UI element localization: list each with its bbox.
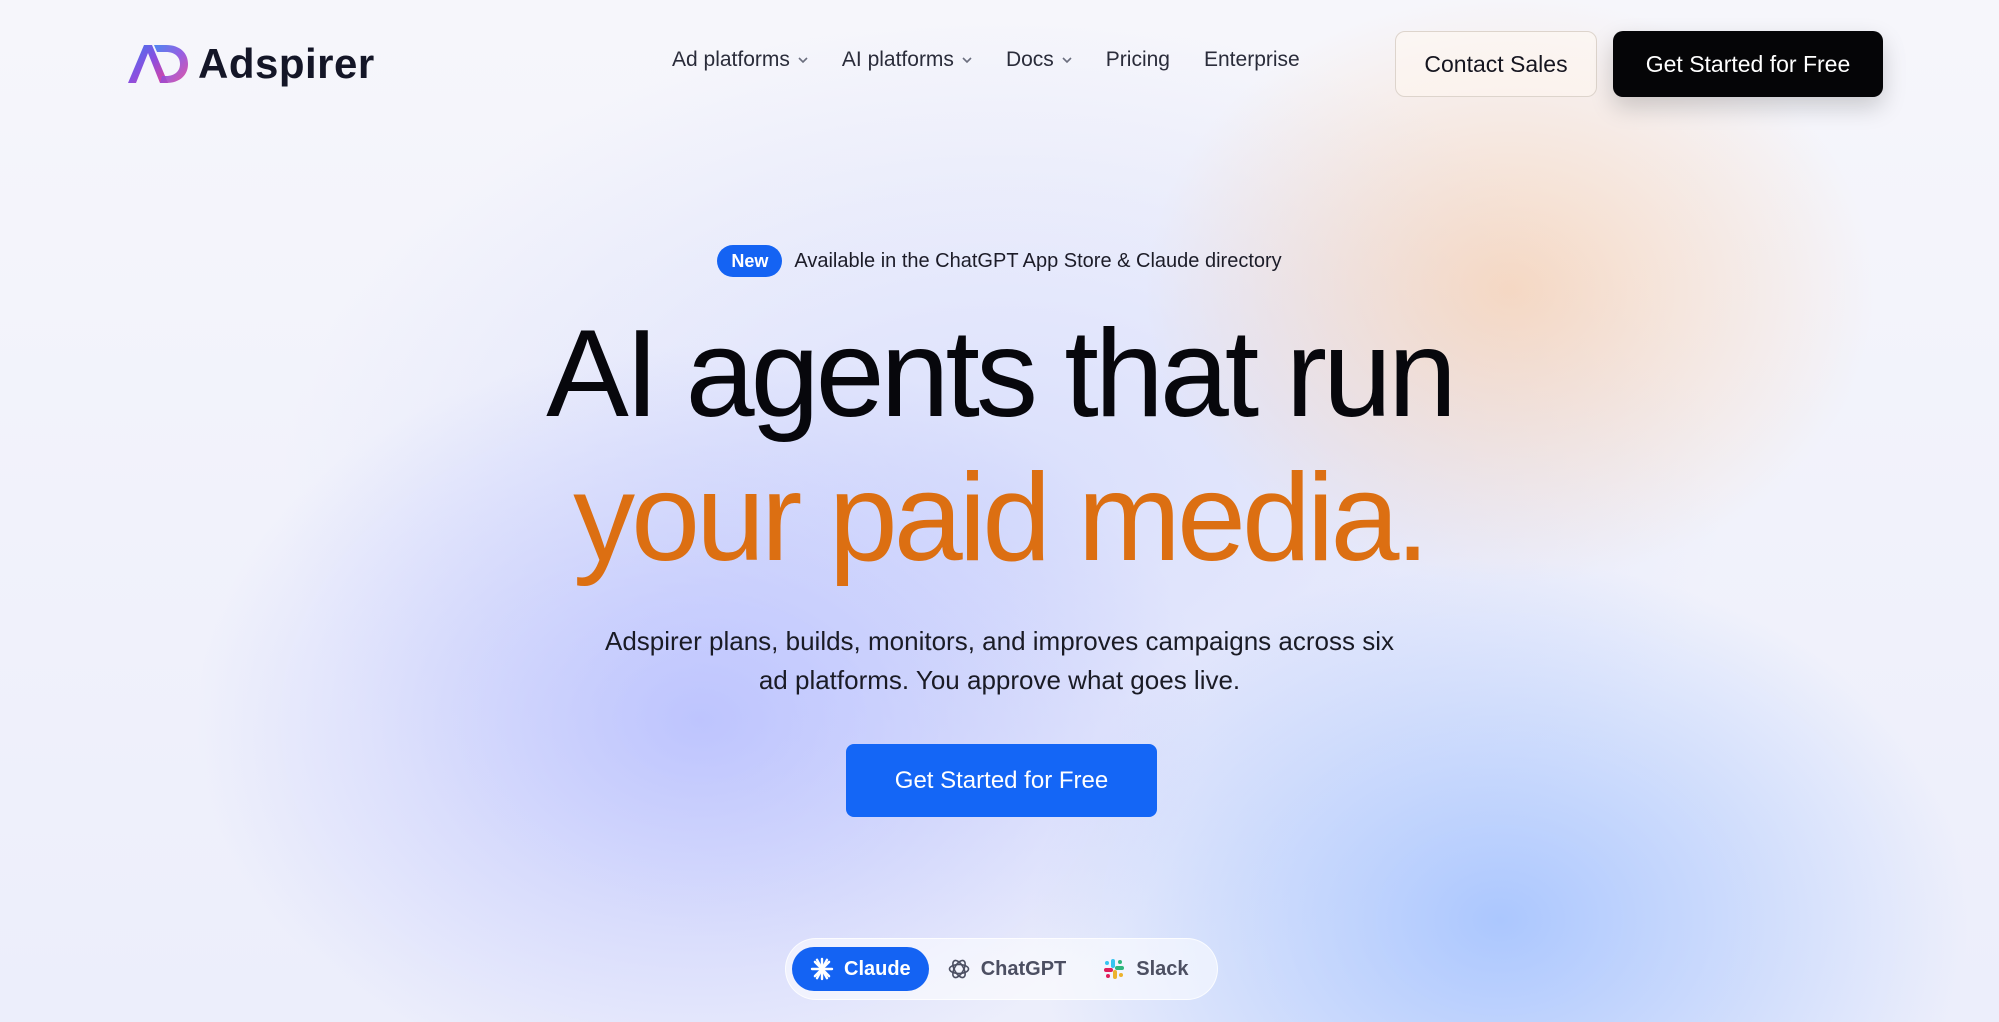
logo[interactable]: Adspirer <box>124 40 375 88</box>
tab-claude[interactable]: Claude <box>792 947 929 991</box>
hero-subtitle: Adspirer plans, builds, monitors, and im… <box>0 622 1999 700</box>
chevron-down-icon <box>798 56 808 63</box>
tab-label: Slack <box>1136 957 1189 980</box>
main-menu: Ad platforms AI platforms Docs Pricing E… <box>672 48 1334 72</box>
hero-headline-line2: your paid media. <box>573 449 1430 587</box>
get-started-nav-button[interactable]: Get Started for Free <box>1613 31 1883 97</box>
subtitle-line2: ad platforms. You approve what goes live… <box>758 665 1241 695</box>
nav-label: Docs <box>1005 48 1054 71</box>
contact-sales-button[interactable]: Contact Sales <box>1395 31 1597 97</box>
new-badge: New <box>717 245 783 277</box>
subtitle-line1: Adspirer plans, builds, monitors, and im… <box>604 626 1394 656</box>
claude-icon <box>810 957 834 981</box>
nav-enterprise[interactable]: Enterprise <box>1204 48 1300 72</box>
adspirer-logo-icon <box>128 45 188 83</box>
nav-docs[interactable]: Docs <box>1006 48 1072 72</box>
tab-label: ChatGPT <box>980 957 1067 980</box>
chevron-down-icon <box>1062 56 1072 63</box>
nav-pricing[interactable]: Pricing <box>1106 48 1170 72</box>
get-started-hero-button[interactable]: Get Started for Free <box>846 744 1157 817</box>
announcement-bar[interactable]: New Available in the ChatGPT App Store &… <box>0 245 1999 277</box>
nav-label: Ad platforms <box>672 48 790 71</box>
top-nav: Adspirer Ad platforms AI platforms Docs … <box>0 0 1999 128</box>
chatgpt-icon <box>948 959 969 979</box>
slack-icon <box>1104 959 1125 979</box>
tab-slack[interactable]: Slack <box>1084 947 1206 991</box>
brand-name: Adspirer <box>198 40 375 87</box>
nav-ai-platforms[interactable]: AI platforms <box>842 48 972 72</box>
nav-label: Pricing <box>1105 48 1170 71</box>
tab-chatgpt[interactable]: ChatGPT <box>929 947 1085 991</box>
tab-label: Claude <box>844 957 911 980</box>
announcement-text: Available in the ChatGPT App Store & Cla… <box>794 249 1282 272</box>
nav-label: Enterprise <box>1204 48 1300 71</box>
nav-label: AI platforms <box>841 48 954 71</box>
chevron-down-icon <box>962 56 972 63</box>
page: Adspirer Ad platforms AI platforms Docs … <box>0 0 1999 1022</box>
nav-ad-platforms[interactable]: Ad platforms <box>672 48 808 72</box>
hero-headline-line1: AI agents that run <box>546 305 1457 443</box>
ai-platform-switcher: Claude ChatGPT Slack <box>785 938 1218 1000</box>
